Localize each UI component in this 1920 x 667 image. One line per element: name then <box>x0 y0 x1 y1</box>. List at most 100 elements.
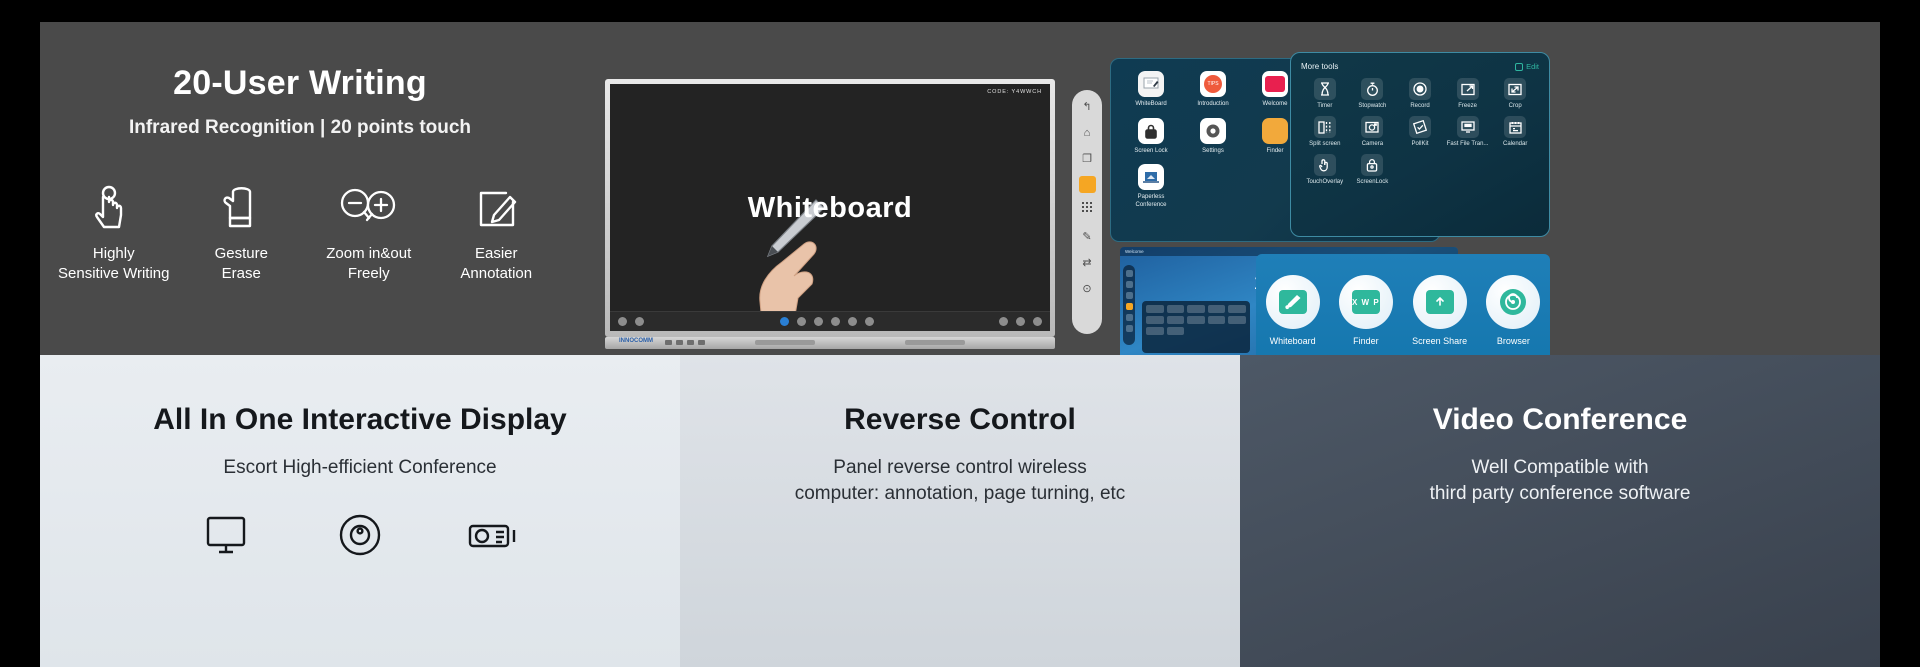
key-icon[interactable] <box>676 340 683 345</box>
app-introduction[interactable]: TIPS Introduction <box>1183 71 1243 109</box>
layers-tool-icon[interactable] <box>865 317 874 326</box>
tool-camera[interactable]: Camera <box>1349 116 1397 147</box>
rail-apps-icon[interactable] <box>1125 314 1133 321</box>
browser-glyph <box>1500 289 1527 315</box>
amber-app-icon[interactable] <box>1078 176 1096 193</box>
calendar-icon <box>1504 116 1527 138</box>
tool-label: Camera <box>1361 141 1384 147</box>
apps-grid-icon[interactable] <box>1079 202 1096 219</box>
tool-crop[interactable]: Crop <box>1491 78 1539 109</box>
record-icon <box>1408 78 1431 100</box>
home-app-drawer-mini[interactable] <box>1142 301 1250 353</box>
home-side-rail[interactable] <box>1123 265 1135 345</box>
dock-item-screen-share[interactable]: Screen Share <box>1412 275 1467 346</box>
rail-amber-icon[interactable] <box>1125 303 1133 310</box>
mini-app-icon[interactable] <box>1187 316 1205 324</box>
app-label: WhiteBoard <box>1135 101 1167 107</box>
pen-tool-icon[interactable] <box>780 317 789 326</box>
tool-touch-overlay[interactable]: TouchOverlay <box>1301 154 1349 185</box>
feature-label-line2: Annotation <box>460 264 533 282</box>
mini-app-icon[interactable] <box>1146 327 1164 335</box>
mini-app-icon[interactable] <box>1228 305 1246 313</box>
more-icon[interactable]: ⊙ <box>1079 280 1096 297</box>
pen-icon[interactable]: ✎ <box>1079 228 1096 245</box>
mini-app-icon[interactable] <box>1207 316 1226 324</box>
menu-icon[interactable] <box>618 317 627 326</box>
mini-app-icon[interactable] <box>1146 305 1164 313</box>
more-tools-grid: Timer Stopwatch Record Freeze Crop Split… <box>1301 78 1539 185</box>
screen-lock-app-icon <box>1138 117 1164 144</box>
card-title: All In One Interactive Display <box>153 403 567 436</box>
feature-zoom-in-out: Zoom in&out Freely <box>309 182 429 283</box>
feature-label-line1: Easier <box>474 245 518 262</box>
display-screen: CODE: Y4WWCH Whiteboard <box>610 84 1050 331</box>
app-whiteboard[interactable]: WhiteBoard <box>1121 71 1181 109</box>
undo-icon[interactable] <box>635 317 644 326</box>
feature-gesture-erase: Gesture Erase <box>181 182 301 283</box>
brand-logo-text: INNOCOMM <box>619 338 653 344</box>
more-tools-panel[interactable]: More tools Edit Timer Stopwatch Record F… <box>1290 52 1550 237</box>
tool-label: Stopwatch <box>1358 103 1387 109</box>
home-icon[interactable]: ⌂ <box>1079 124 1096 141</box>
select-tool-icon[interactable] <box>831 317 840 326</box>
tool-timer[interactable]: Timer <box>1301 78 1349 109</box>
rail-home-icon[interactable] <box>1125 281 1133 288</box>
card-title: Video Conference <box>1432 403 1688 436</box>
whiteboard-app-icon <box>1138 71 1164 97</box>
stand-slot <box>755 340 815 345</box>
feature-label-line1: Zoom in&out <box>326 245 412 262</box>
key-icon[interactable] <box>687 340 694 345</box>
app-screen-lock[interactable]: Screen Lock <box>1121 117 1181 156</box>
tool-split-screen[interactable]: Split screen <box>1301 116 1349 147</box>
eraser-tool-icon[interactable] <box>797 317 806 326</box>
sliders-icon[interactable]: ⇄ <box>1079 254 1096 271</box>
key-icon[interactable] <box>665 340 672 345</box>
tool-stopwatch[interactable]: Stopwatch <box>1349 78 1397 109</box>
recent-apps-icon[interactable]: ❐ <box>1079 150 1096 167</box>
finder-dock-icon: X W P <box>1338 275 1393 329</box>
rail-recent-icon[interactable] <box>1125 292 1133 299</box>
rail-back-icon[interactable] <box>1125 270 1133 277</box>
mini-app-icon[interactable] <box>1166 316 1185 324</box>
edit-button[interactable]: Edit <box>1515 62 1539 71</box>
freeze-icon <box>1456 78 1479 100</box>
key-icon[interactable] <box>698 340 705 345</box>
glove-icon <box>220 182 262 234</box>
app-paperless-conference[interactable]: Paperless Conference <box>1121 164 1181 209</box>
split-screen-icon <box>1313 116 1336 138</box>
crop-icon <box>1504 78 1527 100</box>
mini-app-icon[interactable] <box>1146 316 1164 324</box>
camera-lens-icon <box>332 507 388 563</box>
grid-tool-icon[interactable] <box>848 317 857 326</box>
mini-app-grid <box>1146 305 1246 335</box>
share-icon[interactable] <box>1016 317 1025 326</box>
dock-label: Whiteboard <box>1269 336 1316 346</box>
tool-screen-lock[interactable]: ScreenLock <box>1349 154 1397 185</box>
dock-item-whiteboard[interactable]: Whiteboard <box>1265 275 1320 346</box>
app-settings[interactable]: Settings <box>1183 117 1243 156</box>
feature-highly-sensitive-writing: Highly Sensitive Writing <box>54 182 174 283</box>
floating-side-toolbar[interactable]: ↰ ⌂ ❐ ✎ ⇄ ⊙ <box>1072 90 1102 334</box>
mini-app-icon[interactable] <box>1166 327 1185 335</box>
mini-app-icon[interactable] <box>1207 305 1226 313</box>
fast-file-transfer-icon <box>1456 116 1479 138</box>
save-icon[interactable] <box>999 317 1008 326</box>
app-label: Welcome <box>1262 101 1288 107</box>
shape-tool-icon[interactable] <box>814 317 823 326</box>
rail-pen-icon[interactable] <box>1125 325 1133 332</box>
tool-record[interactable]: Record <box>1396 78 1444 109</box>
tool-fast-file-transfer[interactable]: Fast File Tran... <box>1444 116 1492 147</box>
tool-freeze[interactable]: Freeze <box>1444 78 1492 109</box>
dock-item-browser[interactable]: Browser <box>1486 275 1541 346</box>
mini-app-icon[interactable] <box>1187 305 1205 313</box>
mini-app-icon[interactable] <box>1166 305 1185 313</box>
back-icon[interactable]: ↰ <box>1079 98 1096 115</box>
touch-overlay-icon <box>1313 154 1336 176</box>
tool-pollkit[interactable]: PollKit <box>1396 116 1444 147</box>
close-icon[interactable] <box>1033 317 1042 326</box>
pencil-square-icon <box>473 182 519 234</box>
tool-label: Crop <box>1508 103 1522 109</box>
dock-item-finder[interactable]: X W P Finder <box>1338 275 1393 346</box>
mini-app-icon[interactable] <box>1228 316 1246 324</box>
tool-calendar[interactable]: Calendar <box>1491 116 1539 147</box>
